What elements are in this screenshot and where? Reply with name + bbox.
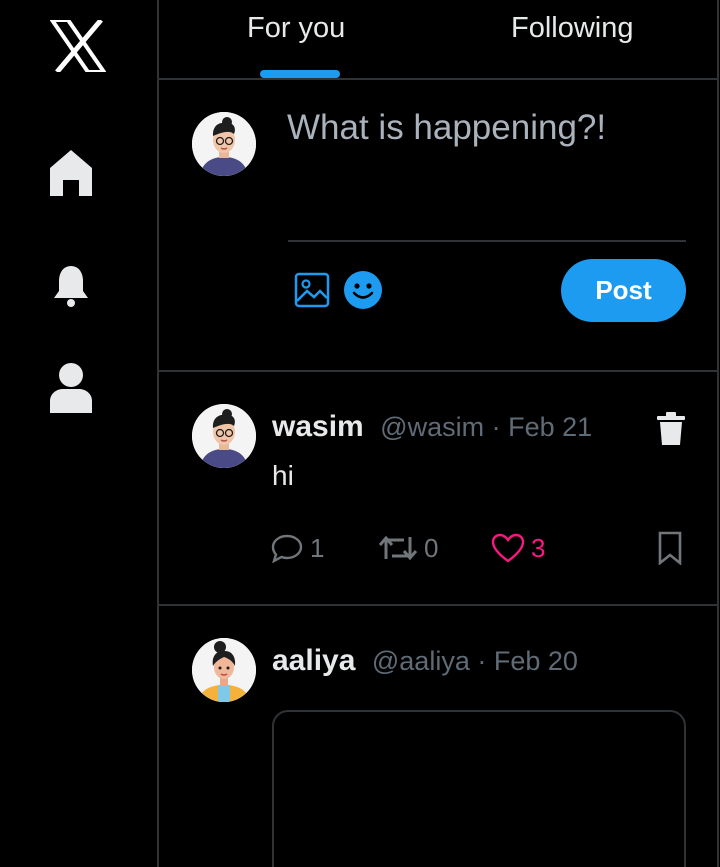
app: For you Following What is happening?! Po… (0, 0, 720, 867)
reply-button[interactable]: 1 (270, 530, 324, 566)
avatar[interactable] (192, 112, 256, 176)
x-logo-icon[interactable] (48, 18, 108, 74)
post-meta: @wasim · Feb 21 (380, 412, 593, 442)
profile-icon[interactable] (46, 362, 96, 413)
like-button[interactable]: 3 (491, 530, 545, 566)
author-name[interactable]: aaliya (272, 644, 355, 677)
sidebar (0, 0, 159, 867)
repost-icon (378, 535, 418, 561)
post-button[interactable]: Post (561, 259, 686, 322)
active-tab-indicator (260, 70, 340, 78)
post-composer: Post (159, 80, 719, 372)
tab-label: For you (247, 12, 346, 44)
main-feed: For you Following What is happening?! Po… (159, 0, 719, 867)
home-icon[interactable] (46, 148, 96, 198)
tab-label: Following (511, 12, 634, 44)
composer-divider (288, 240, 686, 242)
bell-icon[interactable] (46, 261, 96, 311)
bookmark-icon (658, 531, 682, 565)
image-icon[interactable] (292, 270, 332, 310)
post-media[interactable] (272, 710, 686, 867)
post-text: hi (272, 460, 294, 491)
feed-tabs: For you Following (159, 0, 719, 80)
post-meta: @aaliya · Feb 20 (371, 646, 578, 676)
avatar[interactable] (192, 404, 256, 468)
bookmark-button[interactable] (655, 530, 685, 566)
post-header: aaliya @aaliya · Feb 20 (272, 644, 578, 678)
reply-count: 1 (310, 532, 325, 563)
tab-following[interactable]: Following (479, 0, 679, 78)
heart-icon (491, 533, 525, 563)
repost-button[interactable]: 0 (378, 530, 438, 566)
reply-icon (271, 534, 303, 563)
post[interactable]: aaliya @aaliya · Feb 20 (159, 606, 719, 867)
like-count: 3 (531, 532, 546, 563)
post[interactable]: wasim @wasim · Feb 21 hi 1 0 3 (159, 372, 719, 606)
emoji-icon[interactable] (343, 270, 383, 310)
compose-input[interactable] (287, 108, 685, 238)
trash-icon[interactable] (653, 410, 689, 448)
post-header: wasim @wasim · Feb 21 (272, 410, 592, 444)
author-name[interactable]: wasim (272, 410, 364, 443)
tab-for-you[interactable]: For you (219, 0, 379, 78)
repost-count: 0 (424, 532, 439, 563)
avatar[interactable] (192, 638, 256, 702)
